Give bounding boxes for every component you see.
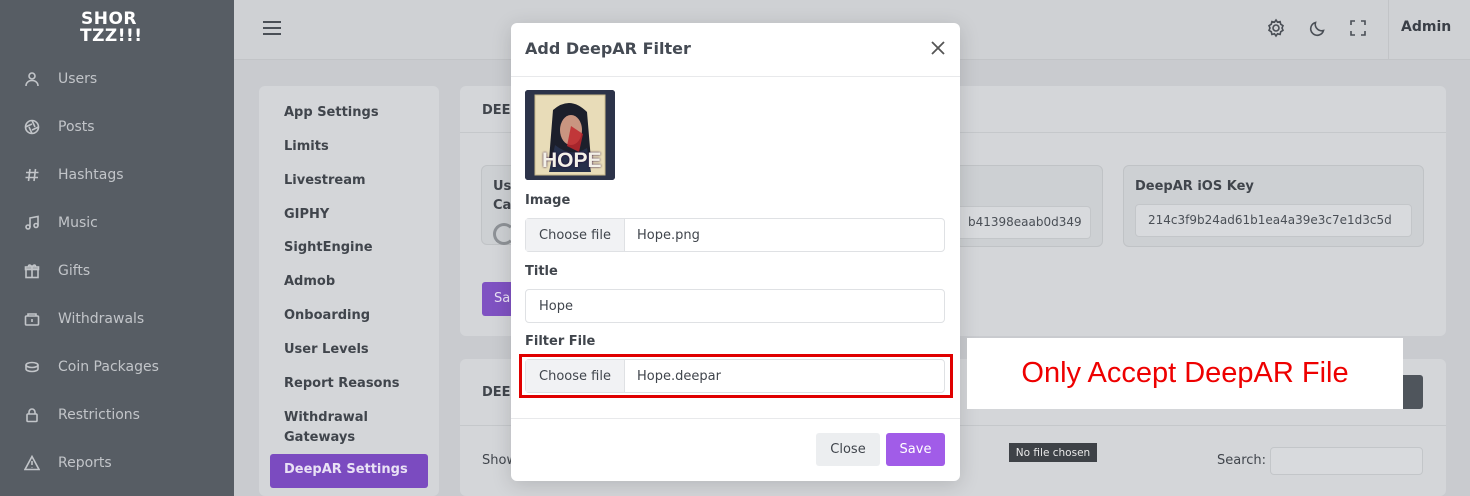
aperture-icon (24, 119, 40, 135)
sidebar-item-coin-packages[interactable]: Coin Packages (24, 355, 159, 379)
settings-item-deepar-settings[interactable]: DeepAR Settings (270, 454, 428, 488)
ios-key-label: DeepAR iOS Key (1135, 179, 1254, 194)
filter-file-label: Filter File (525, 334, 596, 349)
app-logo[interactable]: SHOR TZZ!!! (80, 11, 143, 45)
use-label-line2: Ca (493, 198, 512, 213)
sidebar-item-label: Reports (58, 455, 112, 471)
sidebar-item-posts[interactable]: Posts (24, 115, 95, 139)
user-icon (25, 72, 39, 87)
settings-icon[interactable] (1266, 18, 1286, 38)
add-deepar-filter-modal: Add DeepAR Filter HOPE Image Choose file… (511, 23, 960, 481)
settings-item-app-settings[interactable]: App Settings (284, 103, 379, 123)
music-icon (25, 215, 39, 230)
sidebar-item-label: Gifts (58, 263, 91, 279)
sidebar-item-label: Users (58, 71, 98, 87)
image-file-input[interactable]: Choose file Hope.png (525, 218, 945, 252)
alert-triangle-icon (24, 455, 40, 471)
sidebar-item-hashtags[interactable]: Hashtags (24, 163, 124, 187)
save-keys-button[interactable]: Sa (482, 282, 514, 316)
hash-icon (25, 168, 39, 182)
image-label: Image (525, 193, 571, 208)
admin-user-label[interactable]: Admin (1401, 19, 1451, 35)
modal-divider (511, 418, 960, 419)
sidebar-item-reports[interactable]: Reports (24, 451, 112, 475)
ios-key-input[interactable]: 214c3f9b24ad61b1ea4a39e3c7e1d3c5d (1135, 204, 1412, 237)
fullscreen-icon[interactable] (1348, 18, 1368, 38)
settings-menu: App Settings Limits Livestream GIPHY Sig… (259, 86, 439, 496)
settings-item-onboarding[interactable]: Onboarding (284, 306, 370, 326)
close-icon[interactable] (930, 40, 946, 56)
sidebar-item-withdrawals[interactable]: Withdrawals (24, 307, 144, 331)
settings-item-admob[interactable]: Admob (284, 272, 335, 292)
settings-item-withdrawal-gateways[interactable]: Withdrawal Gateways (284, 408, 404, 448)
settings-item-user-levels[interactable]: User Levels (284, 340, 369, 360)
gift-icon (24, 264, 40, 279)
sidebar-item-restrictions[interactable]: Restrictions (24, 403, 140, 427)
annotation-callout: Only Accept DeepAR File (967, 338, 1403, 409)
coins-icon (25, 361, 39, 373)
poster-caption: HOPE (542, 149, 602, 172)
title-input[interactable]: Hope (525, 289, 945, 323)
filter-preview-image: HOPE (525, 90, 615, 180)
settings-item-sightengine[interactable]: SightEngine (284, 238, 373, 258)
sidebar-item-users[interactable]: Users (24, 67, 97, 91)
moon-icon[interactable] (1308, 18, 1328, 38)
lock-icon (26, 408, 38, 423)
settings-item-limits[interactable]: Limits (284, 137, 329, 157)
sidebar-item-label: Restrictions (58, 407, 140, 423)
image-filename: Hope.png (637, 227, 700, 243)
sidebar-item-label: Posts (58, 119, 95, 135)
sidebar-item-label: Music (58, 215, 98, 231)
wallet-icon (24, 313, 40, 326)
android-key-input[interactable]: b41398eaab0d349 (956, 206, 1091, 239)
sidebar-item-gifts[interactable]: Gifts (24, 259, 90, 283)
settings-item-livestream[interactable]: Livestream (284, 171, 366, 191)
search-label: Search: (1217, 453, 1267, 468)
search-input[interactable] (1270, 447, 1423, 475)
save-button[interactable]: Save (886, 433, 945, 466)
close-button[interactable]: Close (816, 433, 880, 466)
file-tooltip: No file chosen (1009, 443, 1097, 462)
android-key-box: b41398eaab0d349 (955, 165, 1103, 247)
menu-icon[interactable] (263, 21, 281, 35)
settings-item-report-reasons[interactable]: Report Reasons (284, 374, 399, 394)
logo-line-2: TZZ!!! (80, 26, 143, 46)
title-label: Title (525, 264, 558, 279)
sidebar-item-music[interactable]: Music (24, 211, 98, 235)
ios-key-box: DeepAR iOS Key 214c3f9b24ad61b1ea4a39e3c… (1123, 165, 1424, 247)
sidebar-item-label: Withdrawals (58, 311, 145, 327)
filter-file-highlight-box (519, 354, 953, 398)
settings-item-giphy[interactable]: GIPHY (284, 205, 329, 225)
sidebar-item-label: Hashtags (58, 167, 124, 183)
image-choose-file-button[interactable]: Choose file (526, 219, 625, 251)
modal-title: Add DeepAR Filter (525, 39, 691, 58)
sidebar: SHOR TZZ!!! Users Posts Hashtags Music G… (0, 0, 234, 496)
modal-divider (511, 76, 960, 77)
sidebar-item-label: Coin Packages (58, 359, 159, 375)
topbar-divider (1388, 0, 1389, 60)
